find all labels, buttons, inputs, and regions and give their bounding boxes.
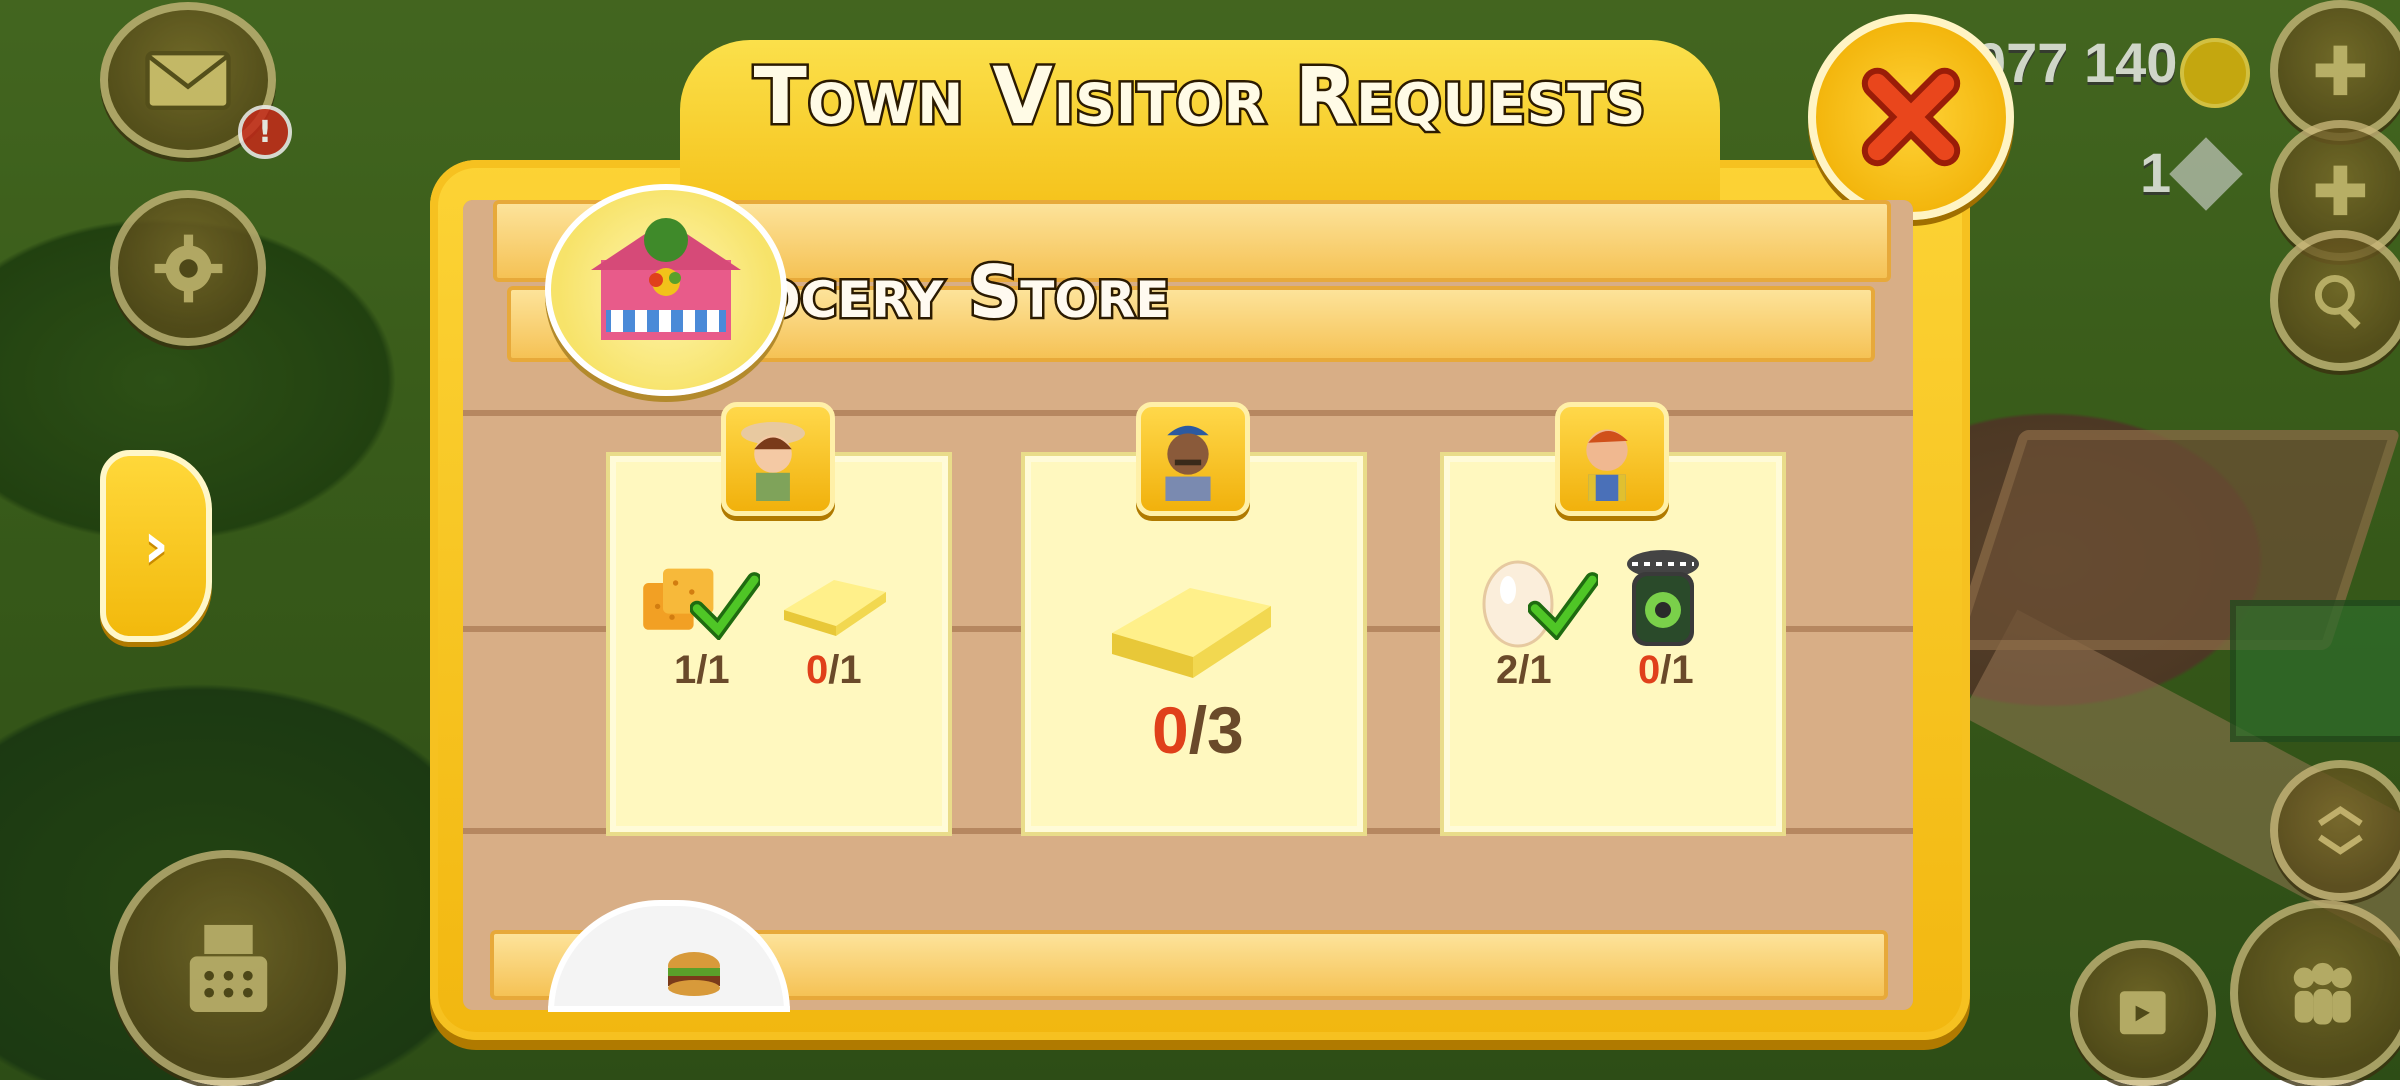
album-icon — [2120, 991, 2166, 1035]
jam-jar-icon — [1627, 550, 1699, 646]
diamond-count: 1 — [2140, 141, 2172, 204]
butter-icon — [784, 580, 886, 636]
search-button[interactable] — [2270, 230, 2400, 371]
dialog-title: Town Visitor Requests — [751, 50, 1648, 145]
cash-register-icon — [189, 924, 267, 1012]
chevron-right-icon: › — [142, 509, 170, 583]
plus-icon — [2315, 165, 2366, 216]
expand-view-button[interactable] — [2270, 760, 2400, 901]
woman-hat-portrait-icon — [741, 422, 805, 501]
close-button[interactable] — [1808, 14, 2014, 220]
butter-icon — [1112, 588, 1271, 678]
people-icon — [2294, 963, 2352, 1025]
item-count: 0/3 — [1152, 693, 1244, 767]
item-count: 1/1 — [674, 648, 730, 692]
visitor-portrait — [1555, 402, 1669, 516]
item-count: 0/1 — [1638, 648, 1694, 692]
mail-alert-badge: ! — [238, 105, 292, 159]
expand-icon — [2318, 806, 2363, 855]
farmer-overalls-portrait-icon — [1586, 429, 1628, 501]
plus-icon — [2315, 45, 2366, 96]
man-cap-portrait-icon — [1165, 425, 1211, 501]
visitor-portrait — [1136, 402, 1250, 516]
checkmark-icon — [1528, 572, 1598, 640]
item-count: 2/1 — [1496, 648, 1552, 692]
store-name: Grocery Store — [658, 248, 1172, 337]
roadside-shop-button[interactable] — [110, 850, 346, 1086]
album-button[interactable] — [2070, 940, 2216, 1086]
next-arrow-button[interactable]: › — [100, 450, 212, 642]
close-icon — [1861, 67, 1961, 167]
garden-plot — [2230, 600, 2400, 742]
item-count: 0/1 — [806, 648, 862, 692]
checkmark-icon — [690, 572, 760, 640]
coin-icon — [2180, 38, 2250, 108]
visitor-portrait — [721, 402, 835, 516]
grocery-store-icon — [545, 184, 787, 396]
envelope-icon — [145, 50, 231, 110]
magnifier-icon — [2315, 275, 2361, 330]
